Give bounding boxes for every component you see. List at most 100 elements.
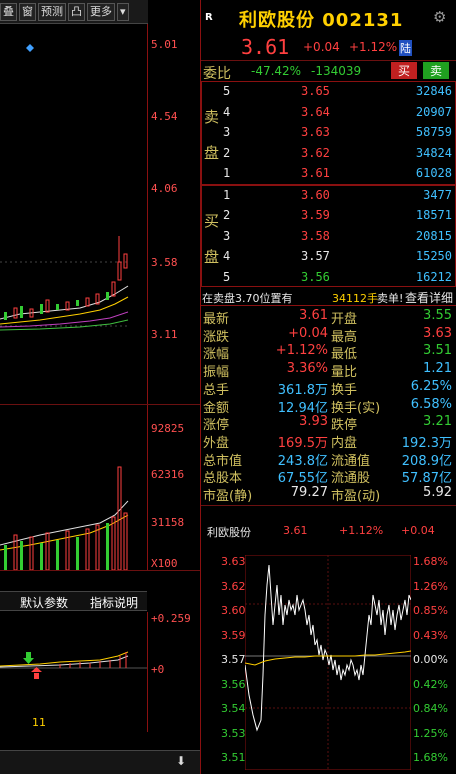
- sell-button[interactable]: 卖: [423, 62, 449, 79]
- stat-label: 开盘: [331, 312, 358, 327]
- mini-left-scale: 3.53: [221, 726, 246, 740]
- stats-row: 外盘 169.5万 内盘 192.3万: [201, 432, 456, 451]
- r-badge: R: [205, 12, 213, 23]
- order-price: 3.57: [301, 249, 330, 264]
- stat-value: 6.58%: [410, 396, 452, 412]
- stat-value: 3.61: [299, 308, 328, 323]
- order-volume: 20907: [415, 104, 452, 119]
- level: 1: [223, 188, 231, 202]
- header-divider: [201, 60, 456, 61]
- volume-chart: [0, 466, 129, 570]
- dropdown-icon[interactable]: ▾: [117, 2, 129, 21]
- order-price: 3.58: [301, 228, 330, 243]
- stat-value: 3.63: [423, 325, 452, 341]
- stock-name-code: 利欧股份 002131: [239, 10, 404, 31]
- price-scale-label: 3.58: [151, 256, 178, 269]
- tab-default-params[interactable]: 默认参数: [20, 594, 68, 611]
- stats-row: 涨幅 +1.12% 最低 3.51: [201, 343, 456, 363]
- kline-panel[interactable]: 叠 窗 预测 凸 更多 ▾ 5.01 4.54 4.06 3.58 3.11 9…: [0, 0, 200, 774]
- mini-left-scale: 3.62: [221, 579, 246, 593]
- stat-value: 3.55: [423, 308, 452, 323]
- stats-row: 振幅 3.36% 量比 1.21: [201, 361, 456, 380]
- intraday-chart[interactable]: [245, 555, 411, 770]
- stat-label: 内盘: [331, 435, 358, 451]
- window-button[interactable]: 窗: [19, 2, 36, 21]
- mini-left-scale: 3.54: [221, 702, 246, 715]
- weibi-ratio: -47.42%: [251, 64, 302, 78]
- mini-right-scale: 0.42%: [413, 677, 448, 691]
- indicator-chart: [0, 651, 147, 679]
- order-volume: 58759: [415, 125, 452, 140]
- weibi-label: 委比: [203, 66, 231, 82]
- level: 1: [223, 166, 231, 181]
- level: 5: [223, 269, 231, 284]
- volume-scale-label: 31158: [151, 516, 185, 529]
- stats-row: 总股本 67.55亿 流通股 57.87亿: [201, 467, 456, 487]
- view-detail-link[interactable]: 查看详细: [405, 289, 453, 306]
- indicator-tab-bar: 默认参数 指标说明: [0, 591, 147, 611]
- orderbook-row: 1 3.61 61028: [201, 164, 456, 185]
- stat-value: 243.8亿: [277, 453, 328, 469]
- stat-value: 3.93: [299, 414, 328, 430]
- order-price: 3.65: [301, 84, 330, 98]
- mini-chart-name: 利欧股份: [207, 526, 251, 539]
- price-axis-divider: [147, 24, 148, 404]
- notice-suffix: 卖单!: [377, 292, 404, 305]
- forecast-button[interactable]: 预测: [38, 2, 66, 21]
- level: 5: [223, 84, 231, 98]
- mini-right-scale: 0.00%: [413, 653, 448, 666]
- overlay-button[interactable]: 叠: [0, 2, 17, 21]
- stat-label: 涨停: [203, 418, 230, 434]
- chart-toolbar: 叠 窗 预测 凸 更多 ▾: [0, 0, 148, 24]
- stat-value: 208.9亿: [401, 453, 452, 469]
- stat-value: 192.3万: [401, 435, 452, 451]
- order-price: 3.56: [301, 269, 330, 284]
- large-order-notice: 在卖盘3.70位置有 34112手 卖单! 查看详细: [201, 288, 456, 306]
- order-volume: 15250: [415, 249, 452, 264]
- mini-left-scale: 3.56: [221, 677, 246, 691]
- orderbook-row: 5 3.65 32846: [201, 82, 456, 103]
- order-volume: 34824: [415, 145, 452, 160]
- level: 4: [223, 249, 231, 264]
- stat-label: 涨幅: [203, 347, 230, 363]
- mini-left-scale: 3.59: [221, 628, 246, 642]
- stat-label: 换手(实): [331, 400, 381, 416]
- stat-label: 跌停: [331, 418, 358, 434]
- date-label: 11: [32, 716, 46, 729]
- volume-scale-label: 92825: [151, 422, 185, 435]
- mini-right-scale: 1.26%: [413, 579, 448, 593]
- weibi-diff: -134039: [311, 64, 362, 78]
- current-price: 3.61: [241, 35, 290, 59]
- orderbook-row: 2 3.59 18571: [201, 206, 456, 227]
- price-chart: [0, 44, 130, 331]
- mini-left-scale: 3.57: [221, 653, 246, 666]
- stat-label: 总股本: [203, 471, 243, 487]
- stats-row: 金额 12.94亿 换手(实) 6.58%: [201, 396, 456, 416]
- indicator-scale-zero: +0: [151, 663, 165, 676]
- tab-indicator-help[interactable]: 指标说明: [90, 594, 138, 611]
- notice-prefix: 在卖盘3.70位置有: [202, 292, 293, 305]
- mini-right-scale: 1.68%: [413, 751, 448, 764]
- stat-label: 金额: [203, 400, 230, 416]
- buy-button[interactable]: 买: [391, 62, 417, 79]
- convex-button[interactable]: 凸: [68, 2, 85, 21]
- gear-icon[interactable]: ⚙: [433, 8, 446, 26]
- more-button[interactable]: 更多: [87, 2, 115, 21]
- download-icon[interactable]: ⬇: [176, 754, 186, 768]
- orderbook-row: 3 3.58 20815: [201, 227, 456, 248]
- order-volume: 61028: [415, 166, 452, 181]
- stats-row: 市盈(静) 79.27 市盈(动) 5.92: [201, 485, 456, 504]
- stat-value: 6.25%: [410, 378, 452, 394]
- stats-row: 总市值 243.8亿 流通值 208.9亿: [201, 450, 456, 469]
- volume-axis-divider: [147, 405, 148, 570]
- level: 2: [223, 145, 231, 160]
- orderbook-row: 4 3.64 20907: [201, 103, 456, 124]
- stat-label: 市盈(动): [331, 489, 381, 504]
- order-price: 3.59: [301, 208, 330, 223]
- order-volume: 18571: [415, 208, 452, 223]
- stat-label: 总手: [203, 382, 230, 398]
- stat-value: +0.04: [288, 325, 328, 341]
- stat-label: 换手: [331, 382, 358, 398]
- mini-chart-price: 3.61: [283, 524, 308, 537]
- stats-row: 涨停 3.93 跌停 3.21: [201, 414, 456, 434]
